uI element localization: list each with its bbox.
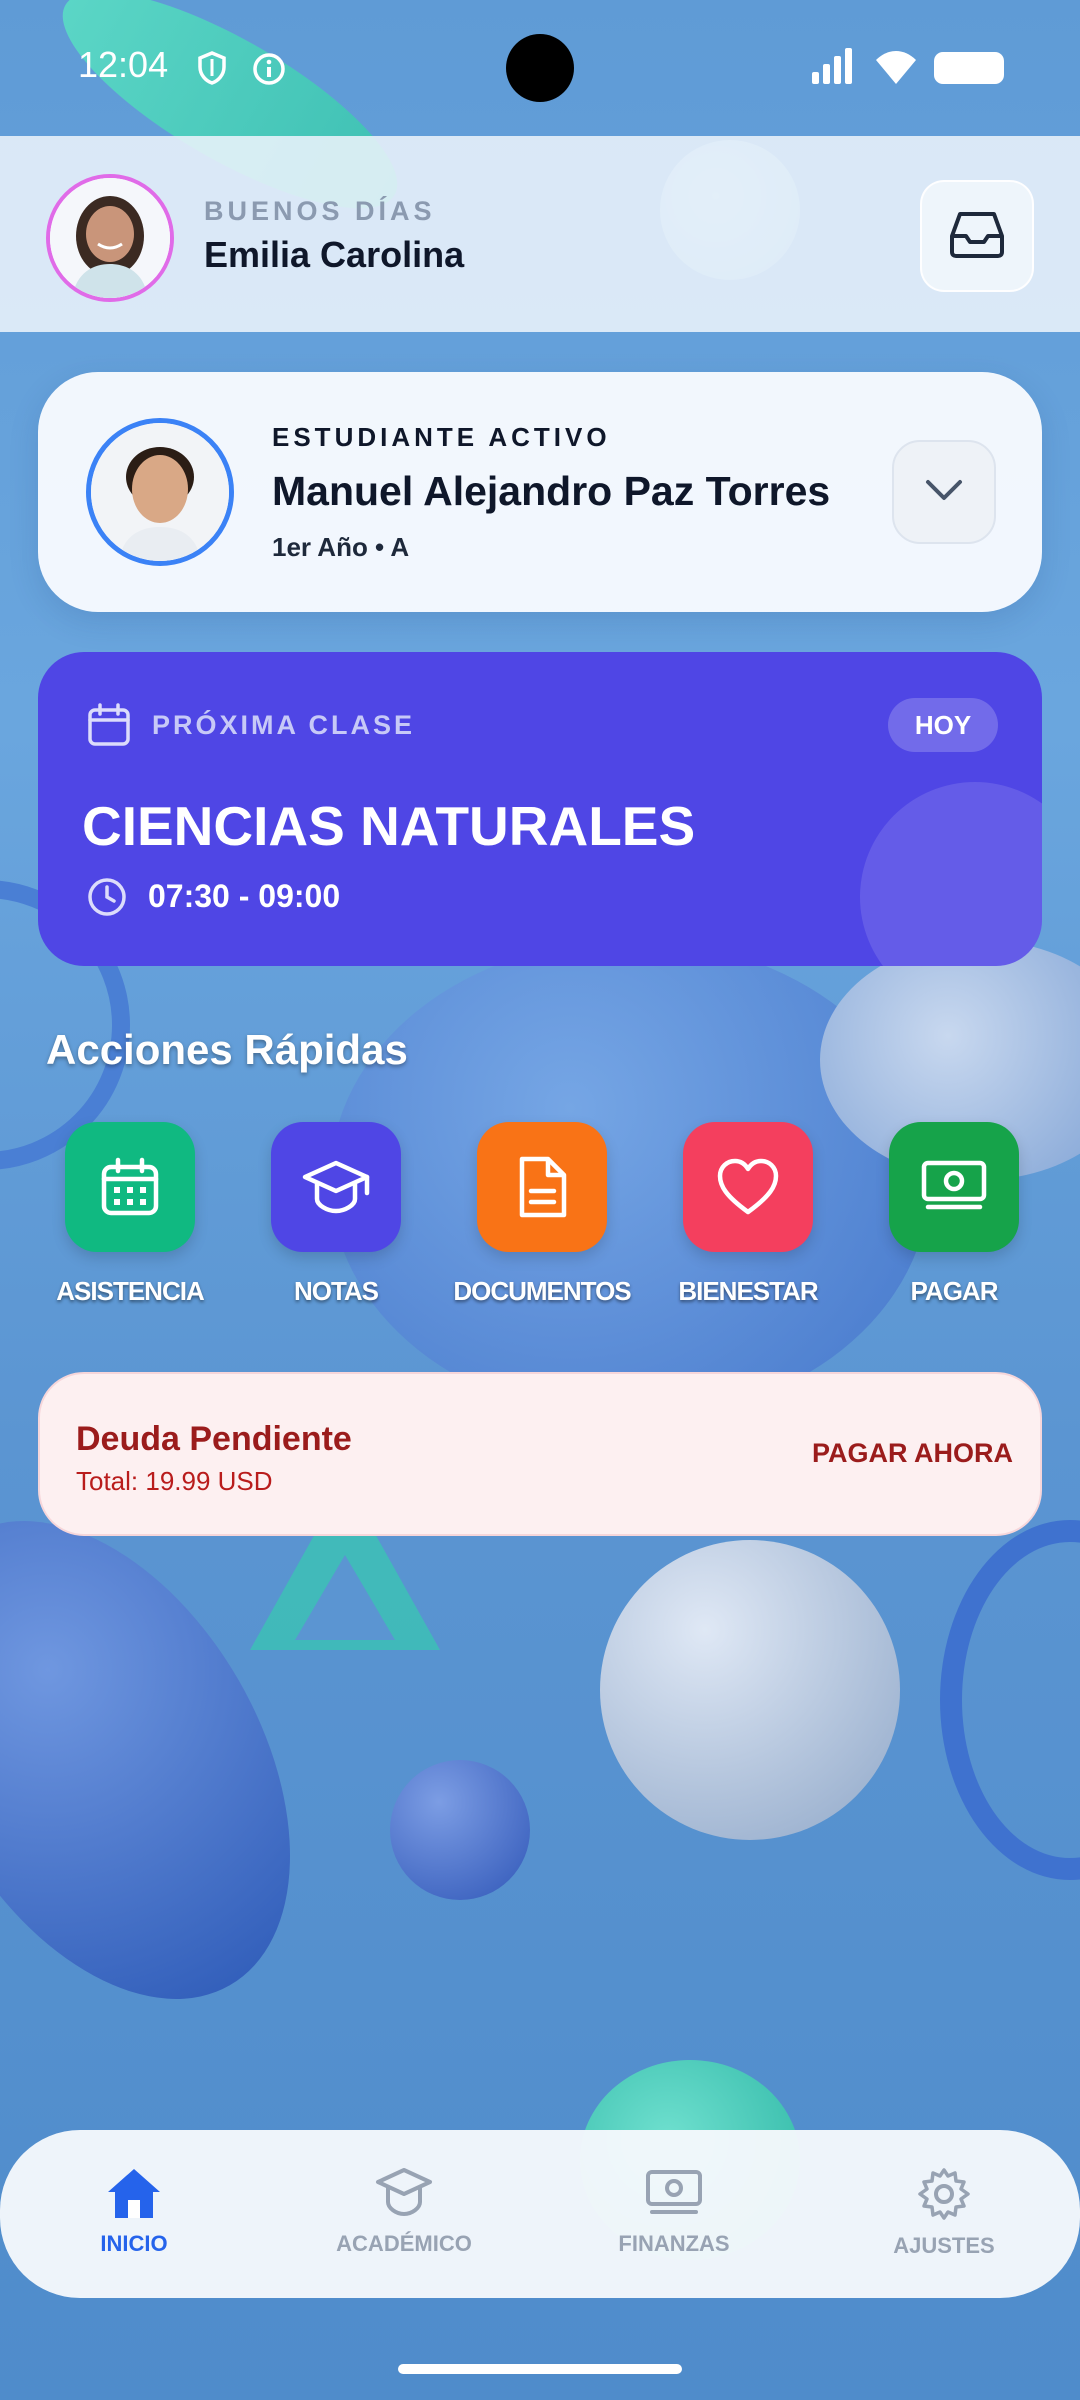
quick-action-label: NOTAS bbox=[293, 1276, 379, 1306]
nav-label: AJUSTES bbox=[893, 2233, 995, 2258]
nav-item-finanzas[interactable]: FINANZAS bbox=[574, 2166, 774, 2257]
calendar-icon bbox=[86, 702, 132, 753]
quick-action-label: ASISTENCIA bbox=[56, 1276, 204, 1306]
next-class-label: PRÓXIMA CLASE bbox=[152, 710, 416, 740]
shield-icon bbox=[196, 50, 228, 91]
wifi-icon bbox=[874, 48, 918, 91]
student-name: Manuel Alejandro Paz Torres bbox=[272, 468, 831, 514]
greeting-label: BUENOS DÍAS bbox=[204, 196, 436, 226]
active-student-card[interactable]: ESTUDIANTE ACTIVO Manuel Alejandro Paz T… bbox=[38, 372, 1042, 612]
graduation-cap-icon bbox=[374, 2168, 434, 2224]
nav-label: FINANZAS bbox=[618, 2231, 730, 2256]
quick-action-label: BIENESTAR bbox=[678, 1276, 818, 1306]
quick-action-grades[interactable]: NOTAS bbox=[236, 1122, 436, 1307]
student-status-label: ESTUDIANTE ACTIVO bbox=[272, 422, 611, 452]
signal-icon bbox=[812, 48, 856, 84]
money-icon bbox=[644, 2170, 704, 2224]
status-bar: 12:04 bbox=[0, 0, 1080, 136]
graduation-cap-icon bbox=[271, 1122, 401, 1252]
clock-icon bbox=[86, 876, 128, 923]
home-icon bbox=[105, 2169, 163, 2224]
home-indicator[interactable] bbox=[398, 2364, 682, 2374]
app-header: BUENOS DÍAS Emilia Carolina bbox=[0, 136, 1080, 332]
user-name: Emilia Carolina bbox=[204, 234, 465, 275]
quick-action-label: DOCUMENTOS bbox=[453, 1276, 631, 1306]
quick-action-wellbeing[interactable]: BIENESTAR bbox=[648, 1122, 848, 1307]
status-time: 12:04 bbox=[78, 44, 169, 85]
bottom-navigation: INICIO ACADÉMICO FINANZAS AJUSTES bbox=[0, 2130, 1080, 2298]
user-avatar[interactable] bbox=[46, 174, 174, 302]
money-icon bbox=[889, 1122, 1019, 1252]
inbox-button[interactable] bbox=[920, 180, 1034, 292]
nav-label: INICIO bbox=[100, 2231, 168, 2256]
debt-total: Total: 19.99 USD bbox=[76, 1466, 273, 1496]
battery-icon bbox=[934, 52, 1004, 84]
pending-debt-card: Deuda Pendiente Total: 19.99 USD PAGAR A… bbox=[38, 1372, 1042, 1536]
document-icon bbox=[477, 1122, 607, 1252]
quick-action-attendance[interactable]: ASISTENCIA bbox=[30, 1122, 230, 1307]
quick-action-label: PAGAR bbox=[910, 1276, 999, 1306]
nav-label: ACADÉMICO bbox=[336, 2231, 472, 2256]
debt-title: Deuda Pendiente bbox=[76, 1420, 352, 1458]
heart-icon bbox=[683, 1122, 813, 1252]
quick-action-documents[interactable]: DOCUMENTOS bbox=[442, 1122, 642, 1307]
camera-cutout bbox=[506, 34, 574, 102]
class-time: 07:30 - 09:00 bbox=[148, 878, 341, 914]
student-grade: 1er Año • A bbox=[272, 532, 410, 562]
next-class-card[interactable]: PRÓXIMA CLASE HOY CIENCIAS NATURALES 07:… bbox=[38, 652, 1042, 966]
pay-now-button[interactable]: PAGAR AHORA bbox=[812, 1438, 1013, 1469]
quick-actions-title: Acciones Rápidas bbox=[46, 1026, 408, 1073]
quick-action-pay[interactable]: PAGAR bbox=[854, 1122, 1054, 1307]
student-dropdown-button[interactable] bbox=[892, 440, 996, 544]
chevron-down-icon bbox=[924, 478, 964, 507]
calendar-icon bbox=[65, 1122, 195, 1252]
gear-icon bbox=[916, 2168, 972, 2226]
student-avatar bbox=[86, 418, 234, 566]
nav-item-ajustes[interactable]: AJUSTES bbox=[844, 2166, 1044, 2259]
info-icon bbox=[252, 52, 286, 91]
class-subject: CIENCIAS NATURALES bbox=[82, 795, 696, 857]
nav-item-inicio[interactable]: INICIO bbox=[34, 2166, 234, 2257]
nav-item-academico[interactable]: ACADÉMICO bbox=[304, 2166, 504, 2257]
today-badge: HOY bbox=[888, 698, 998, 752]
inbox-icon bbox=[948, 208, 1006, 265]
